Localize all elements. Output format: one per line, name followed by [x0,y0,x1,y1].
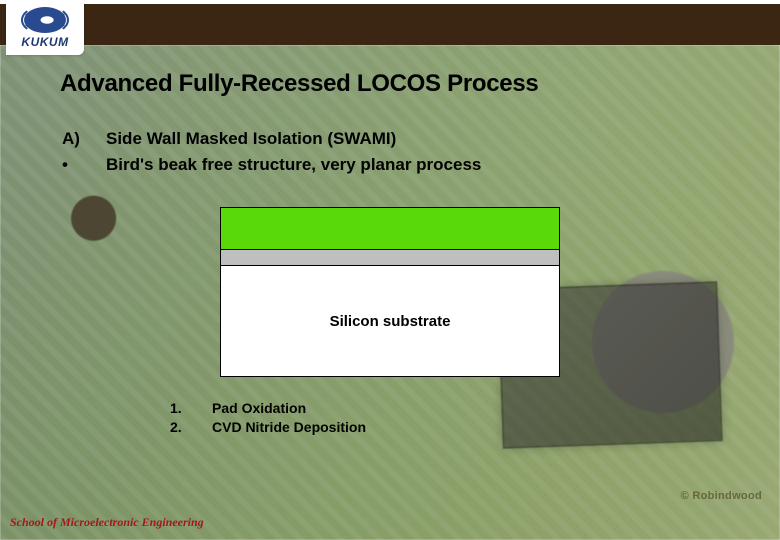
logo-text: KUKUM [21,35,68,49]
bullet-text: Side Wall Masked Isolation (SWAMI) [106,126,396,152]
layer-substrate: Silicon substrate [221,266,559,376]
layer-pad-oxide [221,250,559,266]
step-item: 2. CVD Nitride Deposition [170,418,740,437]
watermark: © Robindwood [681,490,762,502]
bullet-item: • Bird's beak free structure, very plana… [62,152,740,178]
bullet-text: Bird's beak free structure, very planar … [106,152,481,178]
slide: KUKUM Advanced Fully-Recessed LOCOS Proc… [0,0,780,540]
content: Advanced Fully-Recessed LOCOS Process A)… [40,70,740,480]
layer-nitride [221,208,559,250]
step-number: 2. [170,418,188,437]
logo-swirl-icon [24,7,66,33]
substrate-label: Silicon substrate [330,313,451,330]
bullet-list: A) Side Wall Masked Isolation (SWAMI) • … [62,126,740,177]
header-strip [0,0,780,45]
step-text: CVD Nitride Deposition [212,418,366,437]
slide-title: Advanced Fully-Recessed LOCOS Process [60,70,740,98]
step-list: 1. Pad Oxidation 2. CVD Nitride Depositi… [170,399,740,437]
step-number: 1. [170,399,188,418]
step-text: Pad Oxidation [212,399,306,418]
bullet-marker: A) [62,126,84,152]
logo: KUKUM [6,0,84,55]
step-item: 1. Pad Oxidation [170,399,740,418]
bullet-item: A) Side Wall Masked Isolation (SWAMI) [62,126,740,152]
bullet-marker: • [62,152,84,178]
layer-diagram: Silicon substrate [220,207,560,377]
footer-text: School of Microelectronic Engineering [10,515,204,530]
